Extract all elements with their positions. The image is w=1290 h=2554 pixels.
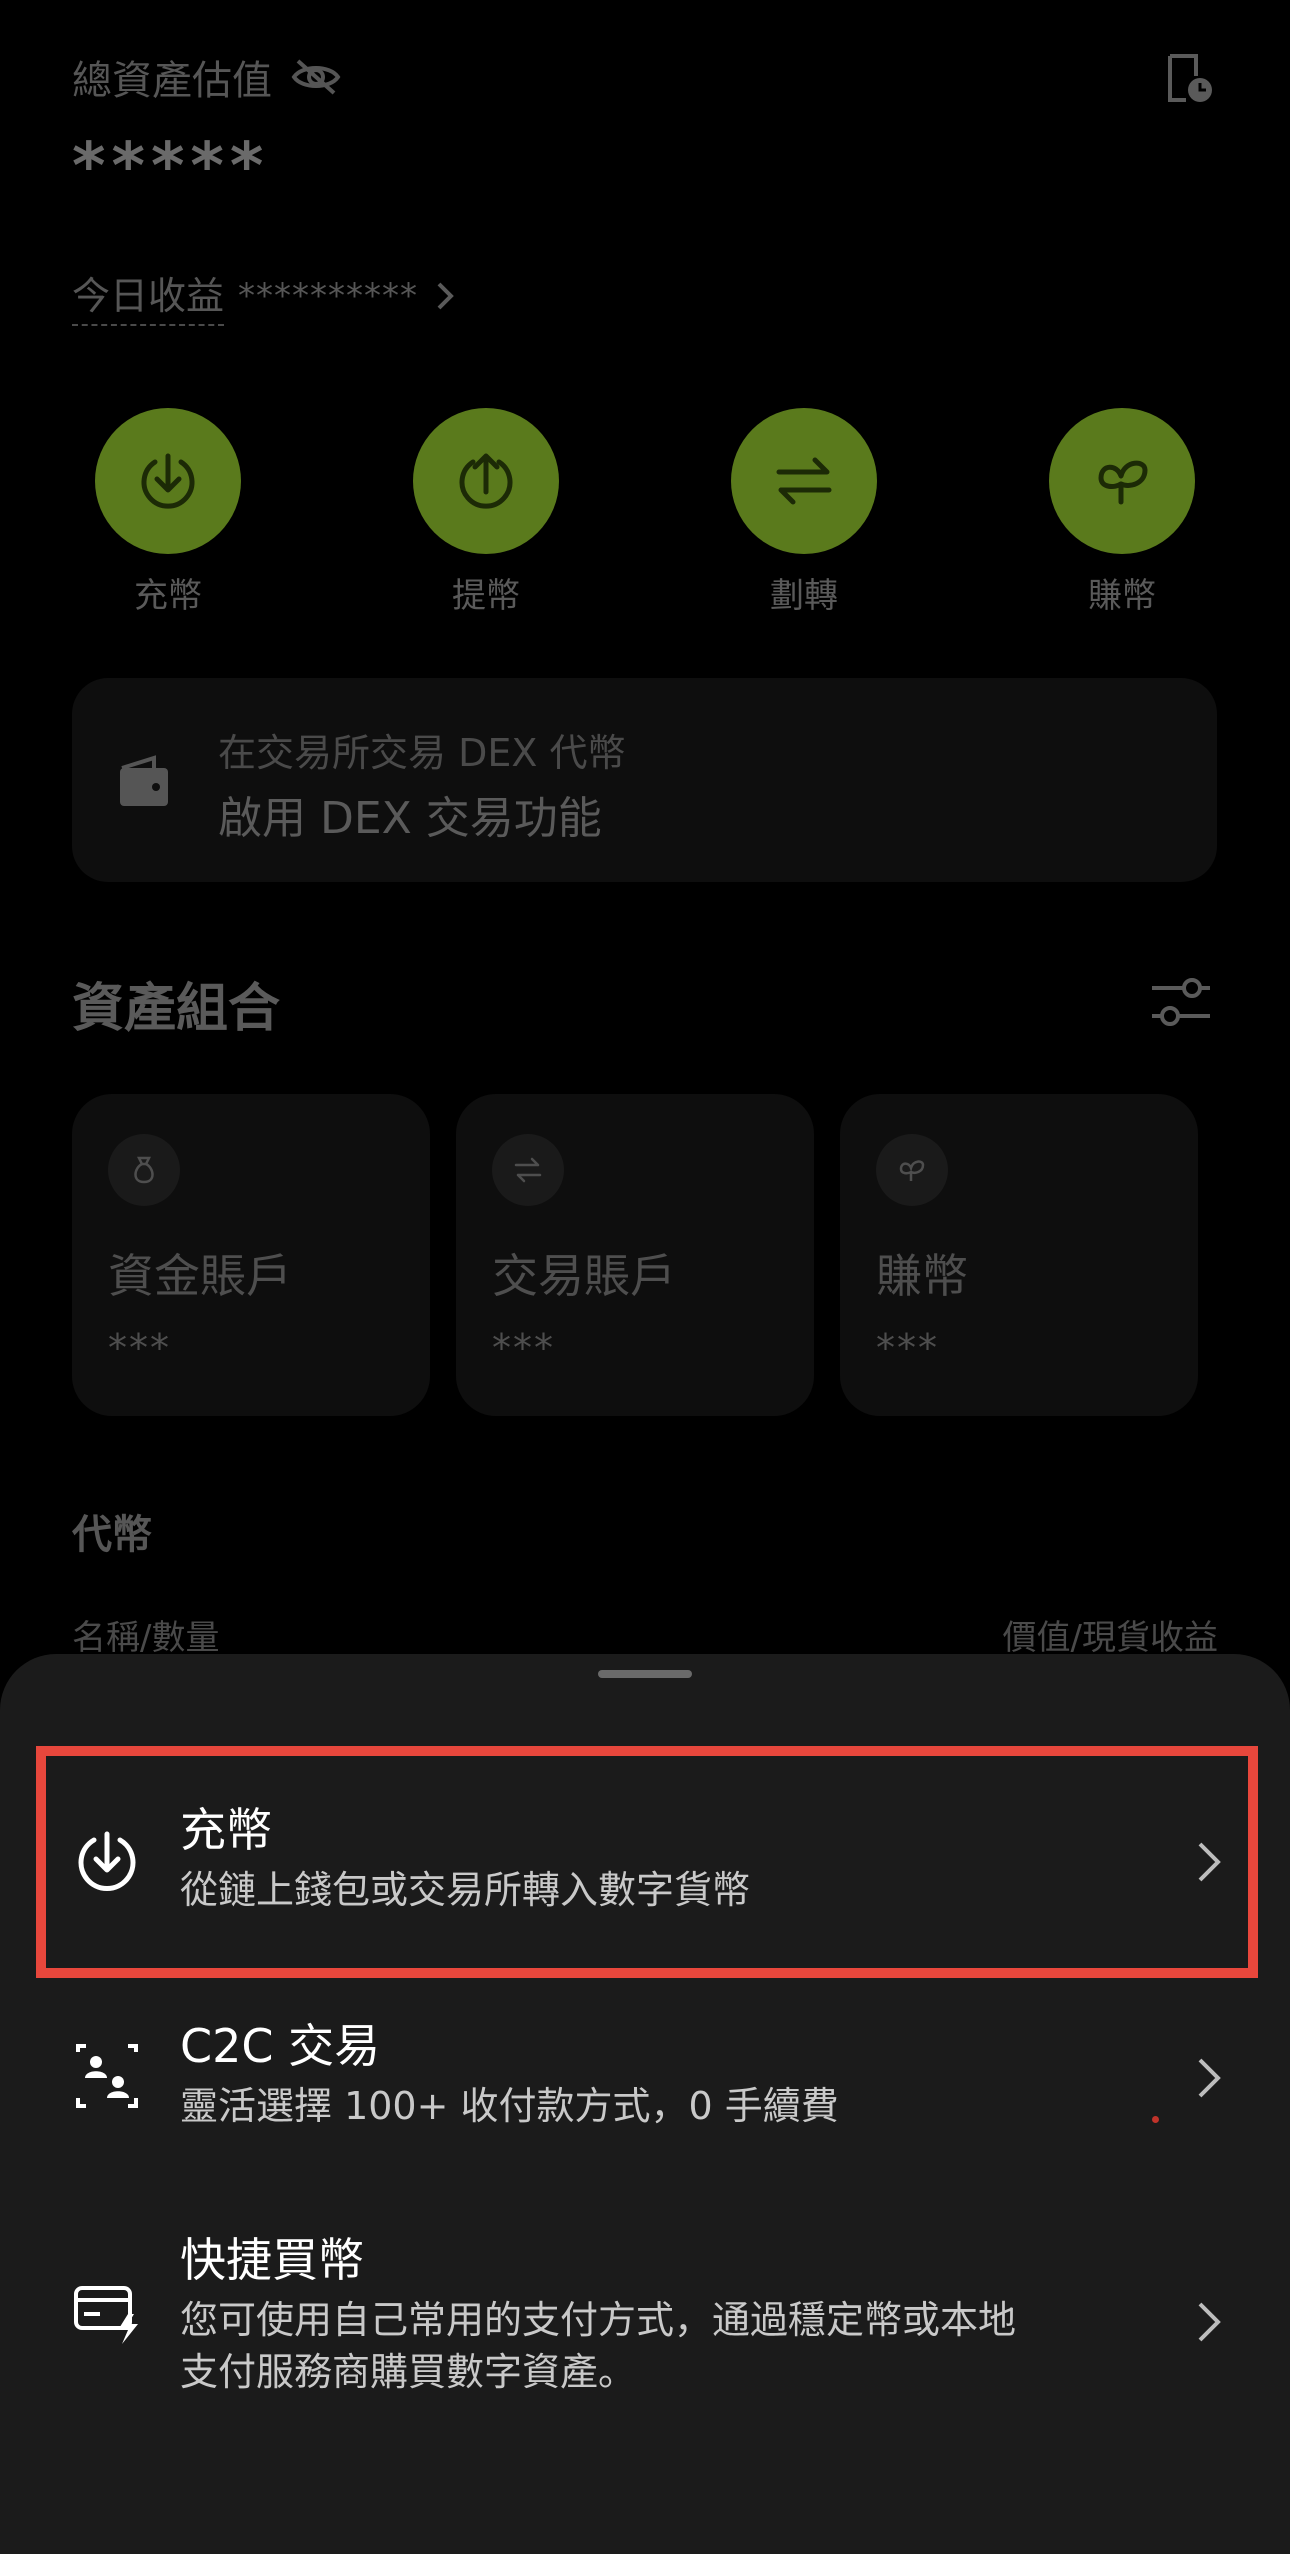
today-pnl[interactable]: 今日收益 ********** [72,265,458,326]
total-assets-label: 總資產估值 [72,58,272,104]
earn-action-label: 賺幣 [1088,576,1156,616]
sheet-item-c2c-title: C2C 交易 [180,2019,381,2073]
funding-account-name: 資金賬戶 [108,1249,292,1303]
total-assets-value: ***** [72,130,270,204]
tokens-col-value: 價值/現貨收益 [1002,1618,1218,1658]
total-assets-header: 總資產估值 [72,48,342,106]
notification-dot [1152,2116,1159,2123]
chevron-right-icon [1198,2058,1221,2098]
funding-account-card[interactable]: 資金賬戶 *** [72,1094,430,1416]
assets-page: 總資產估值 ***** 今日收益 ********** 充幣 提幣 劃轉 賺幣 … [0,0,1290,2554]
card-fast-icon [74,2286,138,2344]
chevron-right-icon [437,282,454,309]
deposit-action[interactable]: 充幣 [95,408,241,617]
transfer-action[interactable]: 劃轉 [731,408,877,617]
money-bag-icon [134,1156,154,1184]
chevron-right-icon [1198,1842,1221,1882]
chevron-right-icon [1198,2302,1221,2342]
trading-account-value: *** [492,1326,555,1370]
earn-account-card[interactable]: 賺幣 *** [840,1094,1198,1416]
earn-action[interactable]: 賺幣 [1049,408,1195,617]
filter-settings-icon[interactable] [1148,972,1214,1032]
sheet-item-quick-buy-title: 快捷買幣 [180,2233,364,2287]
sheet-item-c2c[interactable]: C2C 交易 靈活選擇 100+ 收付款方式，0 手續費 [0,1990,1290,2166]
trading-account-name: 交易賬戶 [492,1249,676,1303]
c2c-users-icon [76,2044,138,2108]
eye-hidden-icon[interactable] [290,57,342,97]
earn-account-name: 賺幣 [876,1249,968,1303]
dex-banner-title: 啟用 DEX 交易功能 [218,793,602,844]
sheet-item-c2c-desc: 靈活選擇 100+ 收付款方式，0 手續費 [180,2084,839,2128]
leaf-icon [899,1160,925,1181]
trading-account-icon-wrap [492,1134,564,1206]
today-pnl-value: ********** [238,275,419,316]
sheet-drag-handle[interactable] [598,1670,692,1678]
transfer-action-circle [731,408,877,554]
swap-icon [514,1157,542,1183]
history-record-icon[interactable] [1160,50,1216,106]
earn-account-icon-wrap [876,1134,948,1206]
deposit-icon [78,1831,136,1891]
deposit-icon [141,453,195,509]
trading-account-card[interactable]: 交易賬戶 *** [456,1094,814,1416]
sheet-item-quick-buy-desc-line1: 您可使用自己常用的支付方式，通過穩定幣或本地 [180,2298,1017,2342]
sheet-item-deposit[interactable]: 充幣 從鏈上錢包或交易所轉入數字貨幣 [0,1774,1290,1950]
sheet-item-deposit-title: 充幣 [180,1803,272,1857]
dex-banner[interactable]: 在交易所交易 DEX 代幣 啟用 DEX 交易功能 [72,678,1217,882]
withdraw-action-circle [413,408,559,554]
transfer-action-label: 劃轉 [770,576,838,616]
withdraw-icon [459,453,513,509]
earn-leaf-icon [1098,460,1148,505]
sheet-item-quick-buy[interactable]: 快捷買幣 您可使用自己常用的支付方式，通過穩定幣或本地 支付服務商購買數字資產。 [0,2206,1290,2446]
deposit-options-sheet: 充幣 從鏈上錢包或交易所轉入數字貨幣 C2C 交易 靈活選擇 100+ 收付款方… [0,1654,1290,2554]
quick-actions: 充幣 提幣 劃轉 賺幣 [0,408,1290,616]
sheet-item-quick-buy-desc-line2: 支付服務商購買數字資產。 [180,2350,637,2394]
withdraw-action[interactable]: 提幣 [413,408,559,617]
tokens-title: 代幣 [72,1512,152,1558]
deposit-action-label: 充幣 [134,576,202,616]
funding-account-icon-wrap [108,1134,180,1206]
portfolio-title: 資產組合 [72,979,281,1039]
deposit-action-circle [95,408,241,554]
wallet-icon [120,755,168,806]
withdraw-action-label: 提幣 [452,576,520,616]
earn-account-value: *** [876,1326,939,1370]
tokens-col-name: 名稱/數量 [72,1618,220,1658]
funding-account-value: *** [108,1326,171,1370]
earn-action-circle [1049,408,1195,554]
today-pnl-label: 今日收益 [72,265,225,326]
dex-banner-subtitle: 在交易所交易 DEX 代幣 [218,731,626,775]
transfer-icon [776,457,832,505]
sheet-item-deposit-desc: 從鏈上錢包或交易所轉入數字貨幣 [180,1868,751,1912]
